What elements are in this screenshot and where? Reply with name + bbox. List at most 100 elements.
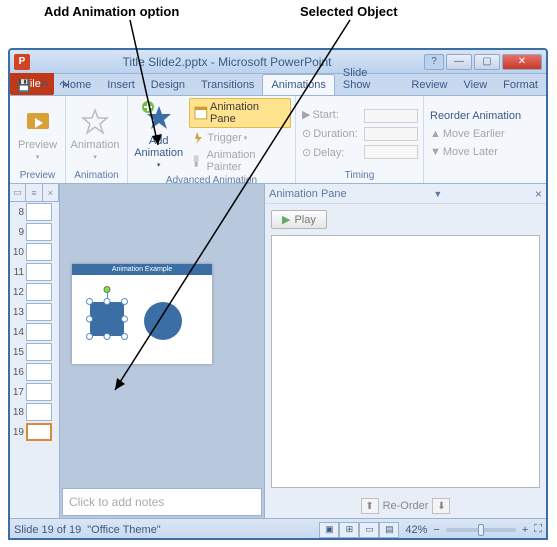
zoom-in-button[interactable]: + [522, 524, 528, 536]
timing-start[interactable]: ▶ Start: [300, 107, 360, 122]
timing-duration[interactable]: ⊙ Duration: [300, 126, 360, 141]
view-buttons: ▣ ⊞ ▭ ▤ [319, 522, 399, 538]
ribbon: Preview▾ Preview Animation▾ Animation [10, 96, 546, 184]
sorter-view-button[interactable]: ⊞ [339, 522, 359, 538]
group-timing-label: Timing [300, 169, 419, 182]
notes-pane[interactable]: Click to add notes [62, 488, 262, 516]
help-button[interactable]: ? [424, 54, 444, 70]
delay-field[interactable] [364, 145, 418, 159]
rotation-handle[interactable] [104, 286, 111, 293]
start-field[interactable] [364, 109, 418, 123]
resize-handle[interactable] [86, 298, 93, 305]
resize-handle[interactable] [86, 316, 93, 323]
app-window: P Title Slide2.pptx - Microsoft PowerPoi… [8, 48, 548, 540]
status-theme: "Office Theme" [87, 524, 160, 536]
slide-thumbnail-11[interactable]: 11 [10, 262, 59, 282]
redo-icon[interactable]: ↷ [56, 77, 72, 93]
slide-thumbnail-14[interactable]: 14 [10, 322, 59, 342]
move-earlier-button[interactable]: ▲ Move Earlier [428, 127, 523, 141]
outline-tab[interactable]: ≡ [26, 184, 42, 201]
animation-pane-button[interactable]: Animation Pane [189, 98, 291, 128]
resize-handle[interactable] [121, 298, 128, 305]
group-preview-label: Preview [14, 169, 61, 182]
trigger-icon [191, 131, 205, 145]
add-animation-button[interactable]: Add Animation▾ [132, 104, 185, 168]
minimize-button[interactable]: — [446, 54, 472, 70]
selected-rounded-square-shape[interactable] [90, 302, 124, 336]
tab-slideshow[interactable]: Slide Show [335, 63, 404, 95]
play-icon: ▶ [282, 213, 290, 226]
preview-button[interactable]: Preview▾ [14, 102, 61, 166]
resize-handle[interactable] [121, 316, 128, 323]
status-bar: Slide 19 of 19 "Office Theme" ▣ ⊞ ▭ ▤ 42… [10, 518, 546, 540]
move-later-button[interactable]: ▼ Move Later [428, 145, 523, 159]
preview-icon [23, 107, 53, 137]
slide-title-bar: Animation Example [72, 264, 212, 275]
slide-thumbnail-9[interactable]: 9 [10, 222, 59, 242]
reorder-up-button[interactable]: ⬆ [361, 498, 379, 514]
ribbon-tabs: File Home Insert Design Transitions Anim… [10, 74, 546, 96]
save-icon[interactable]: 💾 [16, 77, 32, 93]
tab-review[interactable]: Review [403, 75, 455, 95]
play-button[interactable]: ▶ Play [271, 210, 327, 229]
trigger-button[interactable]: Trigger ▾ [189, 130, 291, 146]
animation-list[interactable] [271, 235, 540, 488]
fit-to-window-button[interactable]: ⛶ [534, 523, 542, 536]
animation-gallery[interactable]: Animation▾ [70, 102, 120, 166]
close-button[interactable]: ✕ [502, 54, 542, 70]
reorder-down-button[interactable]: ⬇ [432, 498, 450, 514]
reading-view-button[interactable]: ▭ [359, 522, 379, 538]
slide-thumbnail-13[interactable]: 13 [10, 302, 59, 322]
animation-pane-title: Animation Pane [269, 188, 347, 200]
slide-thumbnail-15[interactable]: 15 [10, 342, 59, 362]
pane-icon [194, 106, 208, 120]
slide-thumbnail-17[interactable]: 17 [10, 382, 59, 402]
timing-delay[interactable]: ⊙ Delay: [300, 145, 360, 160]
pane-close-icon[interactable]: × [535, 187, 542, 201]
reorder-label: Reorder Animation [428, 109, 523, 123]
slideshow-view-button[interactable]: ▤ [379, 522, 399, 538]
tab-design[interactable]: Design [143, 75, 193, 95]
slide-thumbnail-18[interactable]: 18 [10, 402, 59, 422]
undo-icon[interactable]: ↶ [36, 77, 52, 93]
annotation-selected-object: Selected Object [300, 4, 398, 19]
zoom-out-button[interactable]: − [433, 524, 439, 536]
slide-thumbnail-16[interactable]: 16 [10, 362, 59, 382]
reorder-label: Re-Order [383, 500, 429, 512]
animation-painter-button[interactable]: Animation Painter [189, 148, 291, 174]
slides-tab[interactable]: ▭ [10, 184, 26, 201]
zoom-slider[interactable] [446, 528, 516, 532]
tab-view[interactable]: View [456, 75, 496, 95]
slide-canvas[interactable]: Animation Example [72, 264, 212, 364]
quick-access-toolbar: 💾 ↶ ↷ [12, 75, 76, 95]
titlebar: P Title Slide2.pptx - Microsoft PowerPoi… [10, 50, 546, 74]
group-animation-label: Animation [70, 169, 123, 182]
resize-handle[interactable] [86, 333, 93, 340]
plus-green-icon [141, 100, 155, 114]
zoom-thumb[interactable] [478, 524, 484, 536]
annotation-add-animation: Add Animation option [44, 4, 179, 19]
status-slide-number: Slide 19 of 19 [14, 524, 81, 536]
tab-transitions[interactable]: Transitions [193, 75, 262, 95]
maximize-button[interactable]: ▢ [474, 54, 500, 70]
slide-thumbnail-8[interactable]: 8 [10, 202, 59, 222]
normal-view-button[interactable]: ▣ [319, 522, 339, 538]
thumbnail-close[interactable]: × [43, 184, 59, 201]
circle-shape[interactable] [144, 302, 182, 340]
slide-thumbnail-10[interactable]: 10 [10, 242, 59, 262]
duration-field[interactable] [364, 127, 418, 141]
tab-format[interactable]: Format [495, 75, 546, 95]
zoom-level: 42% [405, 524, 427, 536]
resize-handle[interactable] [104, 298, 111, 305]
painter-icon [191, 154, 204, 168]
app-icon: P [14, 54, 30, 70]
slide-thumbnail-19[interactable]: 19 [10, 422, 59, 442]
slide-thumbnail-12[interactable]: 12 [10, 282, 59, 302]
animation-none-icon [80, 107, 110, 137]
resize-handle[interactable] [104, 333, 111, 340]
tab-animations[interactable]: Animations [262, 74, 334, 95]
resize-handle[interactable] [121, 333, 128, 340]
pane-dropdown-icon[interactable]: ▼ [433, 189, 442, 199]
work-area: ▭ ≡ × 8910111213141516171819 Animation E… [10, 184, 546, 518]
tab-insert[interactable]: Insert [99, 75, 143, 95]
